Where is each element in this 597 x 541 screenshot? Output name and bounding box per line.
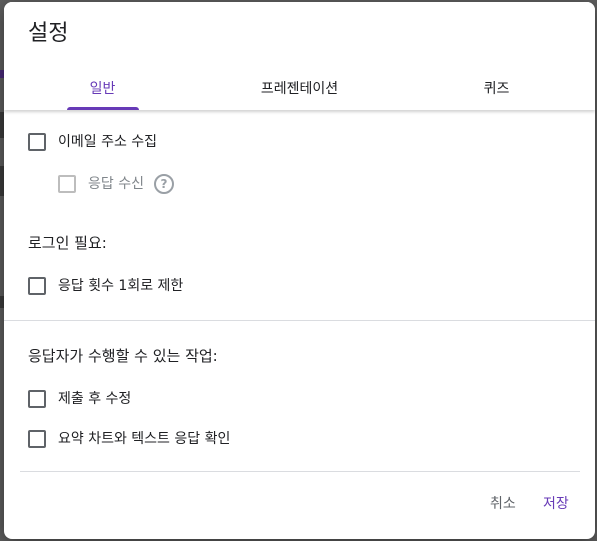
see-summary-row: 요약 차트와 텍스트 응답 확인 (28, 429, 230, 449)
tab-quiz[interactable]: 퀴즈 (398, 66, 595, 110)
limit-one-response-row: 응답 횟수 1회로 제한 (28, 276, 183, 296)
edit-after-submit-row: 제출 후 수정 (28, 389, 131, 409)
response-receipts-row: 응답 수신 ? (58, 174, 174, 194)
limit-one-response-checkbox[interactable] (28, 277, 46, 295)
settings-dialog: 설정 일반 프레젠테이션 퀴즈 이메일 주소 수집 응답 수신 ? 로그인 필요… (4, 2, 595, 539)
dialog-title: 설정 (28, 21, 69, 46)
collect-email-checkbox[interactable] (28, 133, 46, 151)
tab-label: 퀴즈 (483, 81, 510, 97)
active-tab-indicator (66, 107, 139, 110)
login-required-heading: 로그인 필요: (28, 234, 107, 252)
dialog-header: 설정 일반 프레젠테이션 퀴즈 (4, 2, 595, 110)
respondents-can-heading: 응답자가 수행할 수 있는 작업: (28, 347, 218, 365)
tab-general[interactable]: 일반 (4, 66, 201, 110)
limit-one-response-label: 응답 횟수 1회로 제한 (58, 278, 184, 294)
collect-email-label: 이메일 주소 수집 (58, 134, 158, 150)
tab-bar: 일반 프레젠테이션 퀴즈 (4, 66, 595, 110)
response-receipts-checkbox[interactable] (58, 175, 76, 193)
tab-label: 프레젠테이션 (260, 81, 339, 97)
see-summary-checkbox[interactable] (28, 430, 46, 448)
tab-label: 일반 (89, 81, 116, 97)
see-summary-label: 요약 차트와 텍스트 응답 확인 (58, 431, 231, 447)
footer-divider (20, 471, 580, 472)
cancel-button[interactable]: 취소 (490, 494, 516, 514)
tab-presentation[interactable]: 프레젠테이션 (201, 66, 398, 110)
edit-after-submit-label: 제출 후 수정 (58, 391, 132, 407)
response-receipts-label: 응답 수신 (88, 176, 144, 192)
edit-after-submit-checkbox[interactable] (28, 390, 46, 408)
collect-email-row: 이메일 주소 수집 (28, 132, 157, 152)
help-icon[interactable]: ? (153, 174, 174, 194)
save-button[interactable]: 저장 (543, 494, 569, 514)
section-divider (4, 320, 595, 321)
